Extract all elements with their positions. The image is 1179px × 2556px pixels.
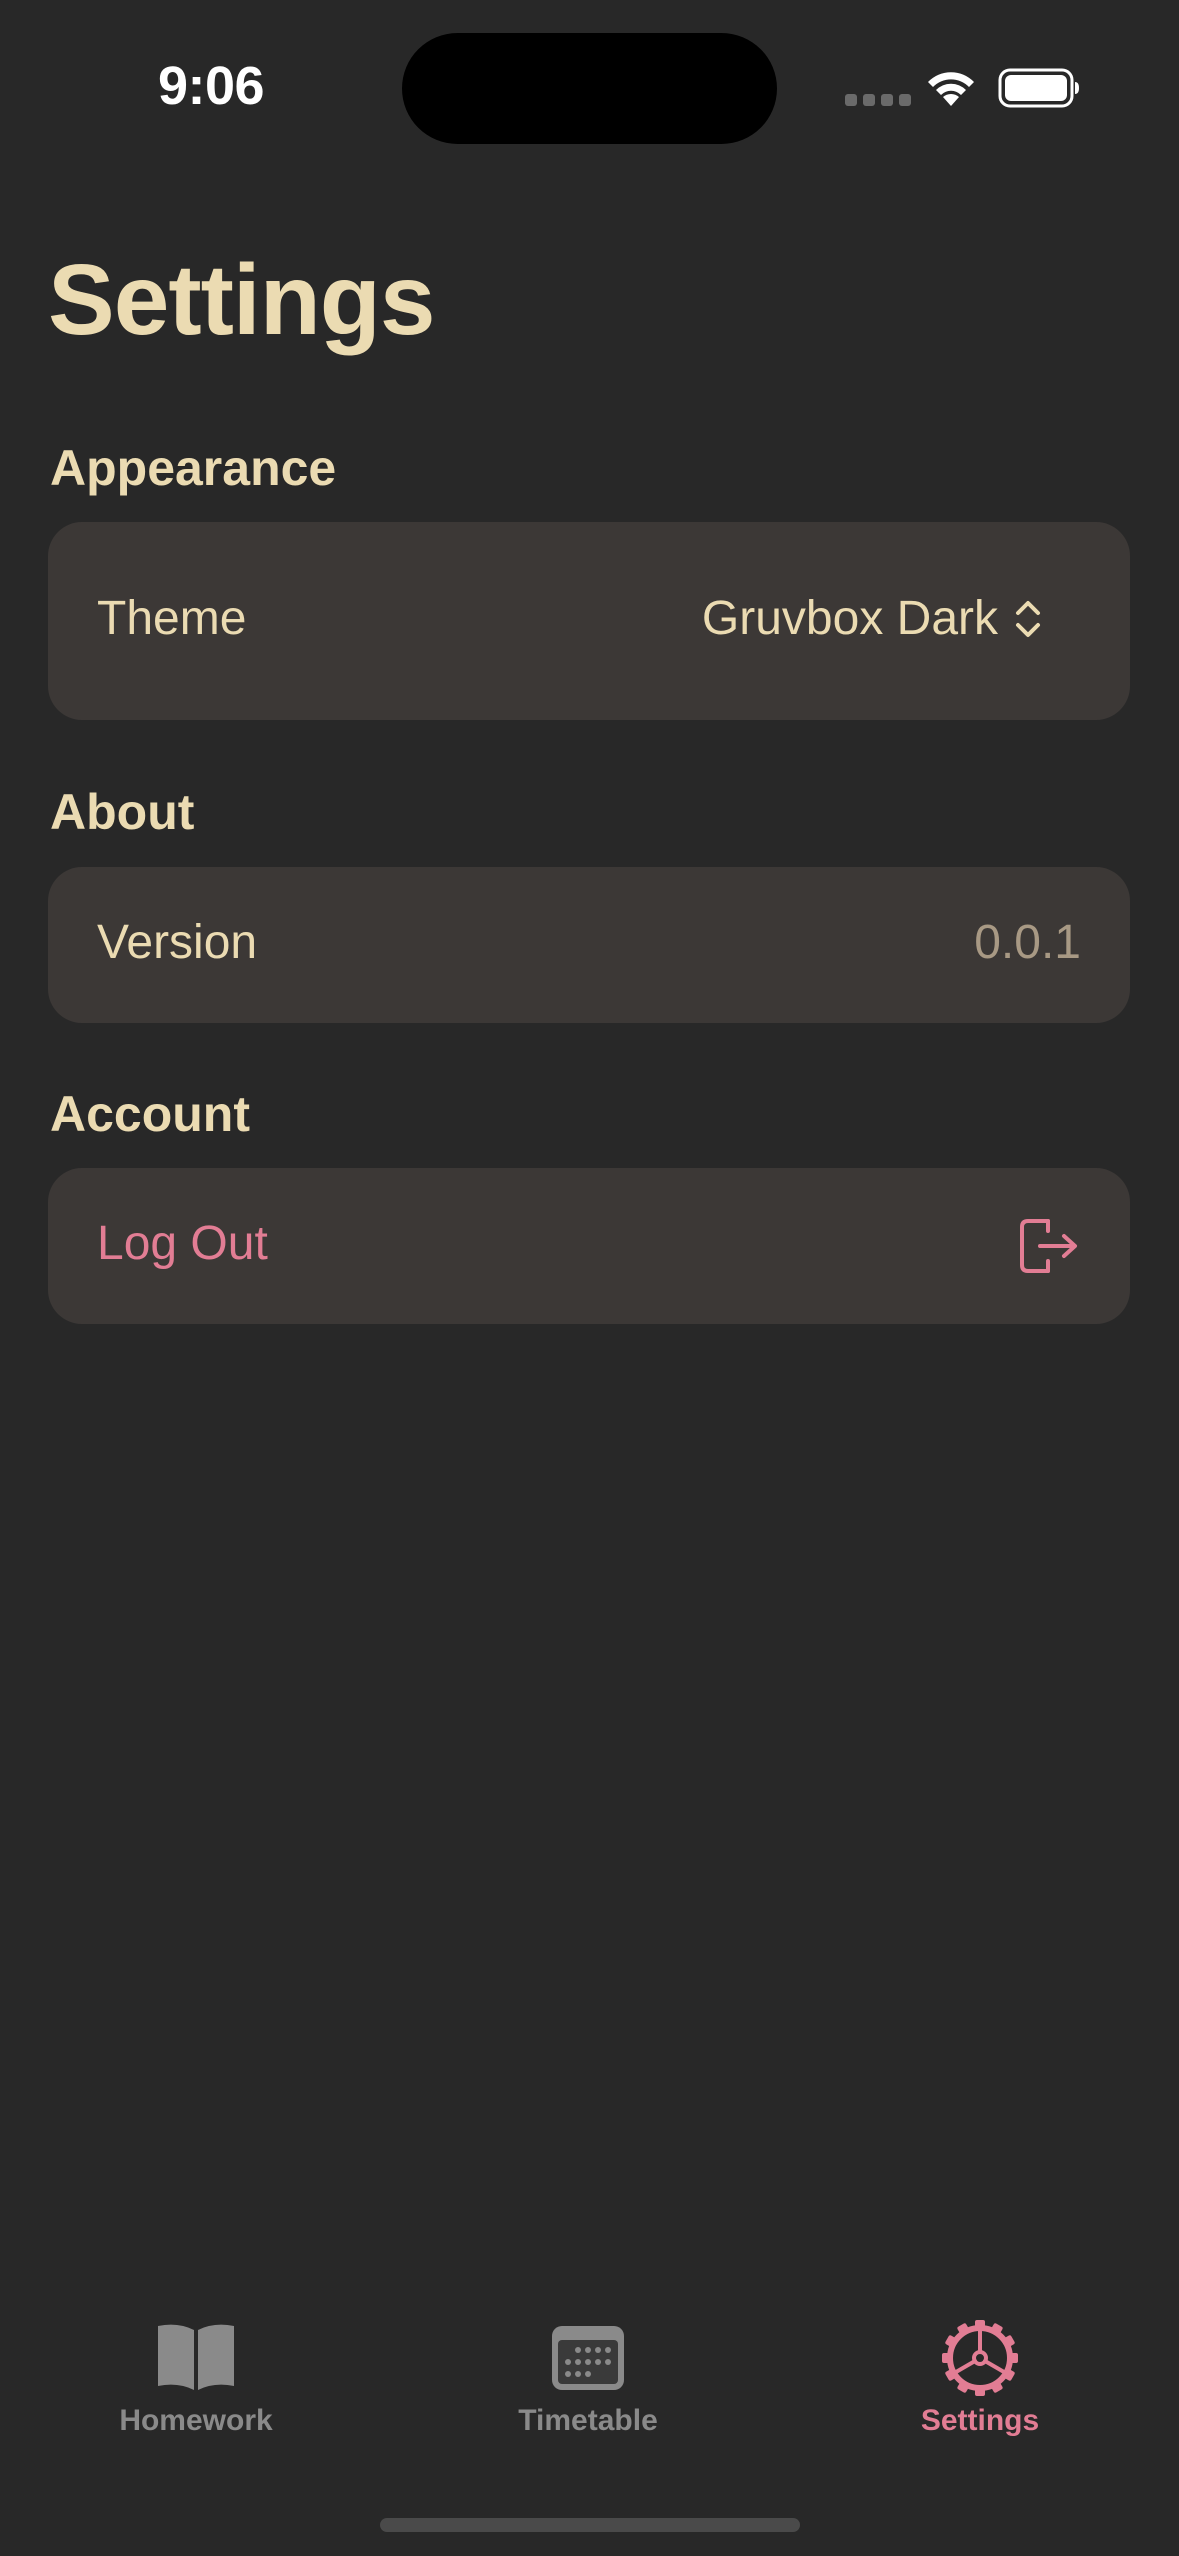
logout-icon: [1020, 1219, 1077, 1273]
version-label: Version: [97, 916, 258, 969]
tab-label-homework: Homework: [119, 2404, 273, 2437]
book-icon: [158, 2324, 234, 2390]
gear-icon: [942, 2320, 1018, 2396]
tab-settings[interactable]: Settings: [870, 2320, 1090, 2438]
theme-picker[interactable]: Gruvbox Dark: [702, 591, 1042, 646]
version-value: 0.0.1: [974, 916, 1081, 969]
version-row: Version 0.0.1: [48, 867, 1130, 1023]
tab-timetable[interactable]: Timetable: [478, 2320, 698, 2438]
settings-screen: 9:06 Settings Appearance Theme Gruvbox D…: [0, 0, 1179, 2556]
section-header-about: About: [50, 784, 195, 840]
theme-value: Gruvbox Dark: [701, 592, 998, 645]
chevron-up-down-icon: [1016, 600, 1040, 637]
dynamic-island: [402, 33, 777, 144]
tab-label-settings: Settings: [920, 2404, 1040, 2437]
theme-label: Theme: [97, 592, 247, 645]
logout-label: Log Out: [97, 1217, 268, 1270]
section-header-appearance: Appearance: [50, 440, 337, 496]
cellular-signal-icon: [845, 94, 911, 106]
section-header-account: Account: [50, 1086, 250, 1142]
tab-label-timetable: Timetable: [518, 2404, 658, 2437]
wifi-icon: [928, 72, 974, 106]
page-title: Settings: [48, 244, 435, 356]
battery-icon: [998, 68, 1079, 108]
calendar-icon: [552, 2326, 624, 2390]
home-indicator[interactable]: [380, 2518, 800, 2532]
status-time: 9:06: [158, 56, 265, 116]
theme-row[interactable]: Theme Gruvbox Dark: [48, 522, 1130, 720]
tab-homework[interactable]: Homework: [86, 2320, 306, 2438]
logout-button[interactable]: Log Out: [48, 1168, 1130, 1324]
